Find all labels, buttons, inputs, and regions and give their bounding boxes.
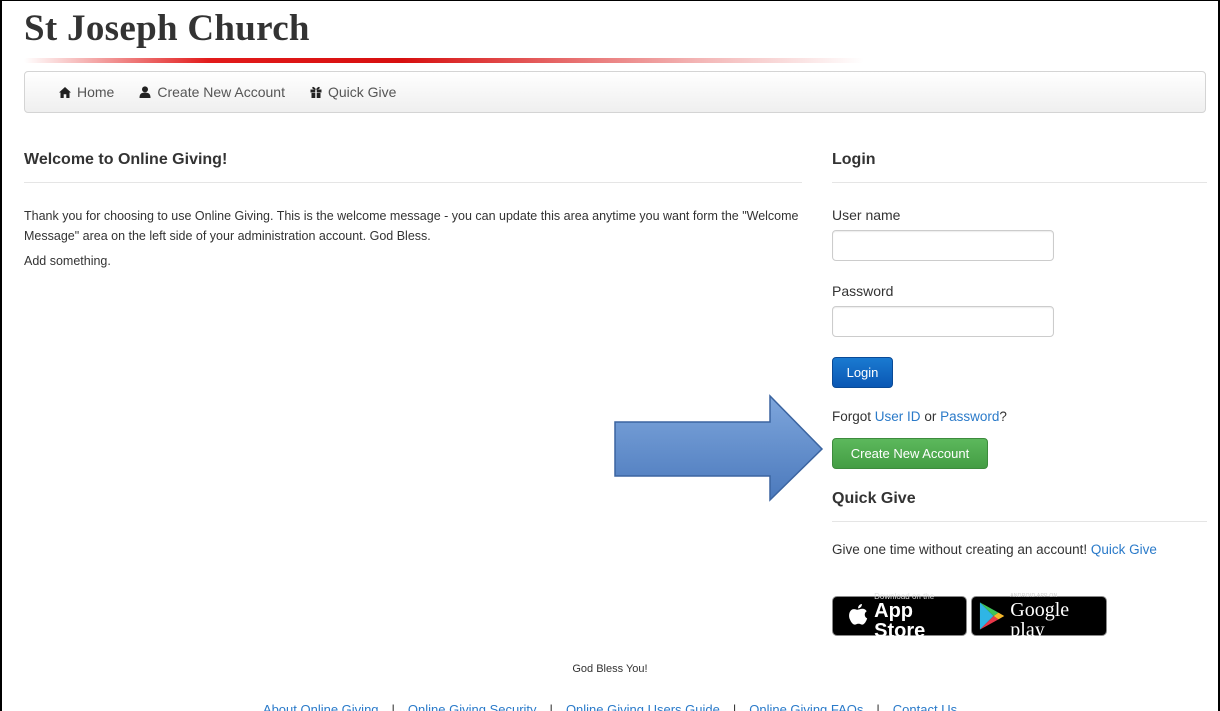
footer-separator: | [876,702,880,711]
forgot-password-link[interactable]: Password [940,409,999,424]
footer-links: About Online Giving | Online Giving Securi… [2,702,1218,711]
login-heading: Login [832,151,876,168]
welcome-message: Thank you for choosing to use Online Giv… [24,209,799,243]
app-badges: Download on the App Store ANDROID APP ON… [832,592,1107,641]
footer-contact-link[interactable]: Contact Us [893,702,957,711]
create-account-button[interactable]: Create New Account [832,438,988,469]
footer-separator: | [549,702,553,711]
nav-quick-give-label: Quick Give [327,84,397,100]
arrow-pointer-icon [614,394,824,502]
password-input[interactable] [832,306,1054,337]
quick-give-link[interactable]: Quick Give [1091,542,1157,557]
quick-give-heading: Quick Give [832,490,916,507]
nav-quick-give[interactable]: Quick Give [310,84,396,100]
gift-icon [310,86,322,98]
quick-give-section: Quick Give [832,490,1207,522]
login-panel: Login User name Password Login Forgot Us… [832,151,1207,641]
nav-create-account-label: Create New Account [157,84,285,100]
welcome-section: Welcome to Online Giving! Thank you for … [24,151,802,268]
forgot-prefix: Forgot [832,409,872,424]
footer-separator: | [732,702,737,711]
google-play-icon [979,602,1005,630]
footer-security-link[interactable]: Online Giving Security [408,702,537,711]
footer-message: God Bless You! [572,663,648,675]
login-button[interactable]: Login [832,357,893,388]
home-icon [59,86,71,98]
apple-icon [849,603,868,625]
nav-create-account[interactable]: Create New Account [139,84,285,100]
forgot-user-id-link[interactable]: User ID [875,409,921,424]
welcome-heading: Welcome to Online Giving! [24,151,228,168]
username-label: User name [832,207,901,223]
nav-home[interactable]: Home [59,84,114,100]
welcome-divider [24,182,802,183]
quick-give-text: Give one time without creating an accoun… [832,542,1157,557]
username-input[interactable] [832,230,1054,261]
app-store-badge[interactable]: Download on the App Store [832,592,967,641]
forgot-question-mark: ? [999,409,1007,424]
forgot-credentials: Forgot User ID or Password? [832,409,1007,424]
footer-users-guide-link[interactable]: Online Giving Users Guide [566,702,720,711]
google-play-badge[interactable]: ANDROID APP ON Google play [971,593,1107,640]
footer-faqs-link[interactable]: Online Giving FAQs [749,702,863,711]
forgot-or: or [924,409,937,424]
login-divider [832,182,1207,183]
footer-about-link[interactable]: About Online Giving [263,702,379,711]
footer-separator: | [391,702,395,711]
app-store-big-text: App Store [874,599,926,642]
church-title: St Joseph Church [24,8,310,49]
password-label: Password [832,283,894,299]
top-navbar: Home Create New Account Quick Give [24,71,1206,113]
quick-give-divider [832,521,1207,522]
nav-home-label: Home [77,84,115,100]
google-play-big-text: Google play [1010,598,1070,641]
user-icon [139,86,151,98]
welcome-extra-text: Add something. [24,254,111,268]
title-underline [24,58,864,63]
quick-give-description: Give one time without creating an accoun… [832,542,1088,557]
